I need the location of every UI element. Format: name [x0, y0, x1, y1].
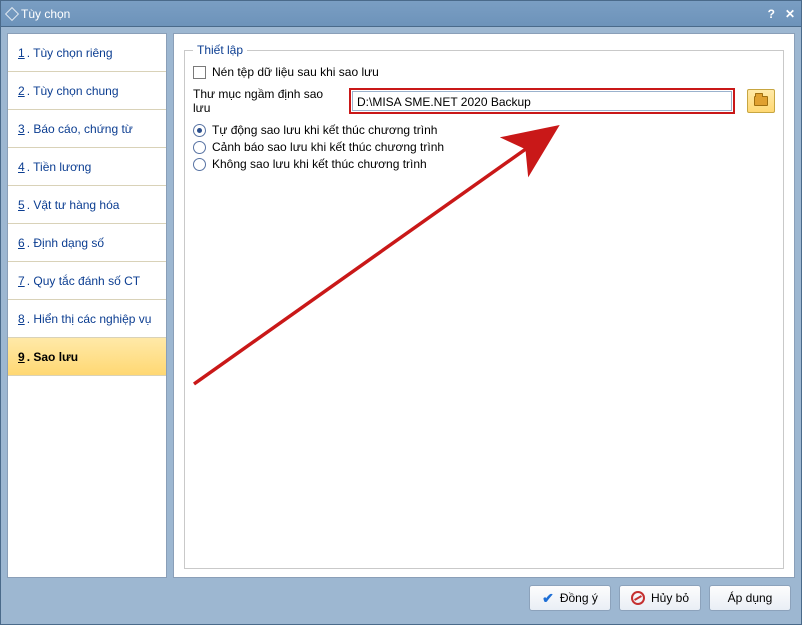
default-dir-label: Thư mục ngầm định sao lưu [193, 87, 343, 115]
titlebar: Tùy chọn ? ✕ [1, 1, 801, 27]
sidebar-item-label: . Quy tắc đánh số CT [27, 274, 140, 288]
browse-button[interactable] [747, 89, 775, 113]
radio-label: Tự động sao lưu khi kết thúc chương trìn… [212, 123, 437, 137]
sidebar-item-label: . Tùy chọn riêng [27, 46, 113, 60]
sidebar-item-hotkey: 1 [18, 46, 25, 60]
folder-icon [754, 96, 768, 106]
radio-label: Không sao lưu khi kết thúc chương trình [212, 157, 427, 171]
compress-checkbox[interactable] [193, 66, 206, 79]
sidebar-item-label: . Báo cáo, chứng từ [27, 122, 133, 136]
options-dialog: Tùy chọn ? ✕ 1. Tùy chọn riêng2. Tùy chọ… [0, 0, 802, 625]
ok-button[interactable]: ✔ Đồng ý [529, 585, 611, 611]
backup-path-input[interactable]: D:\MISA SME.NET 2020 Backup [352, 91, 732, 111]
sidebar-item-hotkey: 7 [18, 274, 25, 288]
content-panel: Thiết lập Nén tệp dữ liệu sau khi sao lư… [173, 33, 795, 578]
settings-fieldset: Thiết lập Nén tệp dữ liệu sau khi sao lư… [184, 50, 784, 569]
backup-mode-radio-1[interactable]: Cảnh báo sao lưu khi kết thúc chương trì… [193, 140, 775, 154]
sidebar-item-label: . Tiền lương [27, 160, 92, 174]
sidebar-item-1[interactable]: 1. Tùy chọn riêng [8, 34, 166, 72]
sidebar-item-label: . Sao lưu [27, 350, 78, 364]
cancel-button[interactable]: Hủy bỏ [619, 585, 701, 611]
path-highlight: D:\MISA SME.NET 2020 Backup [349, 88, 735, 114]
radio-label: Cảnh báo sao lưu khi kết thúc chương trì… [212, 140, 444, 154]
sidebar-item-hotkey: 2 [18, 84, 25, 98]
sidebar-item-label: . Hiển thị các nghiệp vụ [27, 312, 152, 326]
compress-label: Nén tệp dữ liệu sau khi sao lưu [212, 65, 379, 79]
close-button[interactable]: ✕ [785, 7, 795, 21]
sidebar-item-label: . Vật tư hàng hóa [27, 198, 120, 212]
window-icon [5, 6, 19, 20]
sidebar-item-3[interactable]: 3. Báo cáo, chứng từ [8, 110, 166, 148]
sidebar-item-7[interactable]: 7. Quy tắc đánh số CT [8, 262, 166, 300]
sidebar-item-6[interactable]: 6. Định dạng số [8, 224, 166, 262]
dialog-footer: ✔ Đồng ý Hủy bỏ Áp dụng [7, 578, 795, 618]
sidebar-item-label: . Tùy chọn chung [27, 84, 119, 98]
backup-mode-radio-2[interactable]: Không sao lưu khi kết thúc chương trình [193, 157, 775, 171]
sidebar-item-4[interactable]: 4. Tiền lương [8, 148, 166, 186]
client-area: 1. Tùy chọn riêng2. Tùy chọn chung3. Báo… [1, 27, 801, 624]
fieldset-title: Thiết lập [193, 43, 247, 57]
check-icon: ✔ [542, 590, 554, 607]
apply-label: Áp dụng [728, 591, 773, 605]
sidebar-item-hotkey: 6 [18, 236, 25, 250]
sidebar-item-hotkey: 9 [18, 350, 25, 364]
sidebar-item-5[interactable]: 5. Vật tư hàng hóa [8, 186, 166, 224]
cancel-label: Hủy bỏ [651, 591, 689, 605]
radio-icon [193, 158, 206, 171]
sidebar-item-hotkey: 3 [18, 122, 25, 136]
sidebar-item-hotkey: 8 [18, 312, 25, 326]
sidebar: 1. Tùy chọn riêng2. Tùy chọn chung3. Báo… [7, 33, 167, 578]
backup-mode-radio-0[interactable]: Tự động sao lưu khi kết thúc chương trìn… [193, 123, 775, 137]
help-button[interactable]: ? [768, 7, 775, 21]
sidebar-item-label: . Định dạng số [27, 236, 104, 250]
sidebar-item-2[interactable]: 2. Tùy chọn chung [8, 72, 166, 110]
sidebar-item-hotkey: 4 [18, 160, 25, 174]
ok-label: Đồng ý [560, 591, 598, 605]
sidebar-item-hotkey: 5 [18, 198, 25, 212]
radio-icon [193, 124, 206, 137]
sidebar-item-8[interactable]: 8. Hiển thị các nghiệp vụ [8, 300, 166, 338]
sidebar-item-9[interactable]: 9. Sao lưu [8, 338, 166, 376]
window-title: Tùy chọn [21, 7, 70, 21]
apply-button[interactable]: Áp dụng [709, 585, 791, 611]
cancel-icon [631, 591, 645, 605]
radio-icon [193, 141, 206, 154]
